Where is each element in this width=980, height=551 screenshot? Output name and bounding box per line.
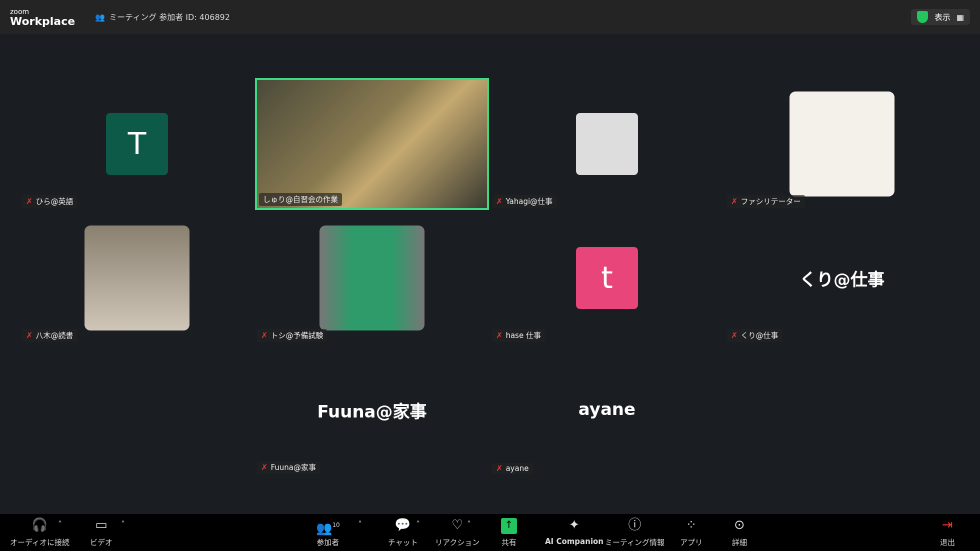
avatar: T xyxy=(106,113,168,175)
participant-name: ✗ Yahagi@仕事 xyxy=(492,195,557,208)
chat-button[interactable]: 💬 チャット xyxy=(388,518,418,548)
participant-name: ✗ トシ@予備試験 xyxy=(257,329,328,342)
video-tile[interactable]: T ✗ ひら@英語 xyxy=(20,78,254,210)
avatar-image xyxy=(84,225,190,331)
zoom-logo: zoom Workplace xyxy=(10,8,76,28)
meeting-toolbar: 🎧 オーディオに接続 ˄ ▭ ビデオ ˄ 👥10 参加者 ˄ 💬 チャット ˄ ♡ リアク… xyxy=(0,514,980,551)
mic-muted-icon: ✗ xyxy=(261,463,268,472)
mic-muted-icon: ✗ xyxy=(731,197,738,206)
video-tile[interactable]: t ✗ hase 仕事 xyxy=(490,212,724,344)
video-tile[interactable]: ayane ✗ ayane xyxy=(490,344,724,476)
display-name: Fuuna@家事 xyxy=(317,402,427,423)
reactions-caret[interactable]: ˄ xyxy=(467,520,471,529)
mic-muted-icon: ✗ xyxy=(496,331,503,340)
participant-name: ✗ ファシリテーター xyxy=(727,195,805,208)
video-tile-active-speaker[interactable]: しゅり@自習会の作業 xyxy=(255,78,489,210)
video-tile[interactable]: Fuuna@家事 ✗ Fuuna@家事 xyxy=(255,344,489,476)
display-name: ayane xyxy=(578,400,636,420)
meeting-info-button[interactable]: ⓘ ミーティング情報 xyxy=(605,518,665,548)
reactions-button[interactable]: ♡ リアクション xyxy=(435,518,480,548)
avatar-image xyxy=(319,225,425,331)
mic-muted-icon: ✗ xyxy=(496,197,503,206)
more-button[interactable]: ⊙ 詳細 xyxy=(732,518,747,548)
meeting-info[interactable]: 👥 ミーティング 参加者 ID: 406892 xyxy=(95,12,230,23)
more-icon: ⊙ xyxy=(734,518,745,533)
headphones-icon: 🎧 xyxy=(31,518,48,533)
share-button[interactable]: ↑ 共有 xyxy=(501,518,517,548)
participant-name: ✗ ayane xyxy=(492,463,533,474)
apps-button[interactable]: ⁘ アプリ xyxy=(680,518,703,548)
participants-icon: 👥 xyxy=(95,12,106,22)
video-camera-icon: ▭ xyxy=(95,518,108,533)
participant-name: ✗ ひら@英語 xyxy=(22,195,78,208)
mic-muted-icon: ✗ xyxy=(261,331,268,340)
sparkle-icon: ✦ xyxy=(568,518,580,533)
video-button[interactable]: ▭ ビデオ xyxy=(90,518,113,548)
audio-options-caret[interactable]: ˄ xyxy=(58,520,62,529)
video-tile[interactable]: ✗ Yahagi@仕事 xyxy=(490,78,724,210)
heart-icon: ♡ xyxy=(451,518,464,533)
participant-name: ✗ Fuuna@家事 xyxy=(257,461,320,474)
video-tile[interactable]: ✗ ファシリテーター xyxy=(725,78,959,210)
video-tile[interactable]: ✗ トシ@予備試験 xyxy=(255,212,489,344)
video-tile[interactable]: ✗ 八木@読書 xyxy=(20,212,254,344)
leave-button[interactable]: ⇥ 退出 xyxy=(940,518,955,548)
apps-icon: ⁘ xyxy=(685,518,697,533)
chat-caret[interactable]: ˄ xyxy=(416,520,420,529)
participants-caret[interactable]: ˄ xyxy=(358,520,362,529)
view-button[interactable]: 表示 ▦ xyxy=(911,9,970,25)
mic-muted-icon: ✗ xyxy=(26,331,33,340)
top-bar: zoom Workplace 👥 ミーティング 参加者 ID: 406892 表示… xyxy=(0,0,980,34)
leave-icon: ⇥ xyxy=(942,518,953,533)
info-icon: ⓘ xyxy=(628,518,642,533)
participant-name: しゅり@自習会の作業 xyxy=(259,193,342,206)
mic-muted-icon: ✗ xyxy=(496,464,503,473)
avatar-image xyxy=(789,91,895,197)
shield-icon xyxy=(917,11,929,23)
video-tile[interactable]: くり@仕事 ✗ くり@仕事 xyxy=(725,212,959,344)
participants-button[interactable]: 👥10 参加者 xyxy=(316,518,340,548)
participants-icon: 👥10 xyxy=(316,521,340,537)
video-options-caret[interactable]: ˄ xyxy=(121,520,125,529)
display-name: くり@仕事 xyxy=(799,270,885,291)
ai-companion-button[interactable]: ✦ AI Companion xyxy=(545,518,604,546)
chat-icon: 💬 xyxy=(394,518,412,533)
participant-name: ✗ 八木@読書 xyxy=(22,329,78,342)
grid-icon: ▦ xyxy=(956,12,964,22)
share-arrow-icon: ↑ xyxy=(501,518,517,534)
avatar-image xyxy=(576,113,638,175)
mic-muted-icon: ✗ xyxy=(731,331,738,340)
mic-muted-icon: ✗ xyxy=(26,197,33,206)
participant-name: ✗ くり@仕事 xyxy=(727,329,783,342)
participant-name: ✗ hase 仕事 xyxy=(492,329,545,342)
avatar: t xyxy=(576,247,638,309)
